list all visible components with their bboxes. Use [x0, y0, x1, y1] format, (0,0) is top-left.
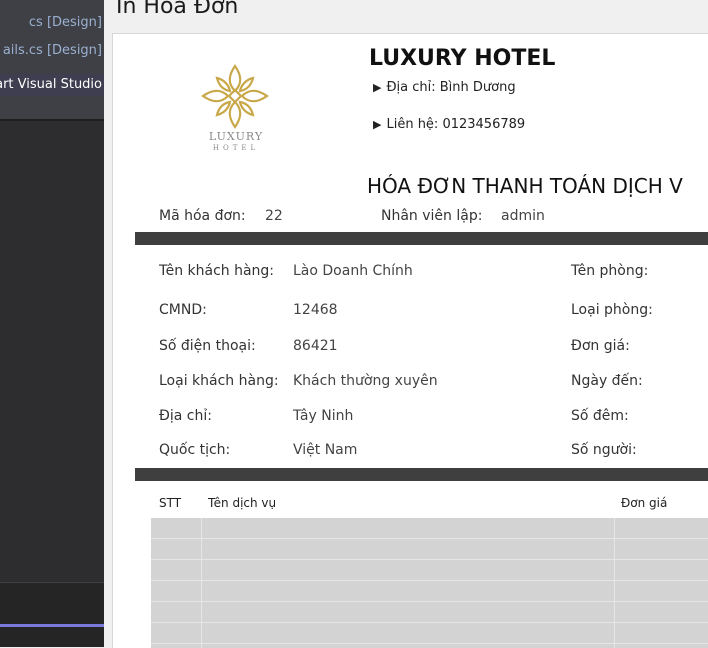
- bullet-arrow-icon: ▶: [373, 81, 382, 94]
- hotel-contact-text: Liên hệ: 0123456789: [386, 117, 526, 132]
- table-row: [151, 580, 708, 581]
- customer-nationality-label: Quốc tịch:: [159, 442, 231, 458]
- table-row: [151, 622, 708, 623]
- customer-address-value: Tây Ninh: [293, 408, 354, 424]
- customer-name-value: Lào Doanh Chính: [293, 263, 413, 279]
- section-divider: [135, 232, 708, 245]
- customer-name-label: Tên khách hàng:: [159, 263, 275, 279]
- table-row: [151, 559, 708, 560]
- logo-text-line2: HOTEL: [212, 144, 260, 152]
- staff-value: admin: [501, 208, 545, 224]
- divider: [0, 119, 104, 121]
- ide-tab[interactable]: cs [Design]: [0, 12, 104, 34]
- customer-id-card-label: CMND:: [159, 302, 207, 318]
- customer-type-value: Khách thường xuyên: [293, 373, 438, 389]
- hotel-logo-caption: LUXURY HOTEL: [191, 131, 281, 153]
- hotel-contact: ▶ Liên hệ: 0123456789: [373, 117, 525, 132]
- customer-nationality-value: Việt Nam: [293, 442, 358, 458]
- table-row: [151, 538, 708, 539]
- ide-background: cs [Design] ails.cs [Design] art Visual …: [0, 0, 104, 647]
- section-divider: [135, 468, 708, 481]
- customer-phone-label: Số điện thoại:: [159, 338, 256, 354]
- invoice-id-value: 22: [265, 208, 283, 224]
- table-row: [151, 643, 708, 644]
- ide-bottom-panel-header: [0, 556, 104, 583]
- services-table: STT Tên dịch vụ Đơn giá: [151, 488, 708, 648]
- ide-tab-active[interactable]: art Visual Studio: [0, 74, 104, 96]
- room-name-label: Tên phòng:: [571, 263, 649, 279]
- room-type-label: Loại phòng:: [571, 302, 653, 318]
- ide-tab-list: cs [Design] ails.cs [Design] art Visual …: [0, 0, 104, 121]
- customer-type-label: Loại khách hàng:: [159, 373, 279, 389]
- column-header-unit-price: Đơn giá: [621, 496, 668, 510]
- print-preview-window: In Hoá Đơn LUXURY HOTEL LUXURY HOTEL ▶ Đị…: [104, 0, 708, 648]
- logo-text-line1: LUXURY: [208, 130, 264, 143]
- staff-label: Nhân viên lập:: [381, 208, 483, 224]
- column-header-service-name: Tên dịch vụ: [208, 496, 277, 510]
- hotel-address: ▶ Địa chỉ: Bình Dương: [373, 80, 516, 95]
- customer-address-label: Địa chỉ:: [159, 408, 212, 424]
- customer-phone-value: 86421: [293, 338, 338, 354]
- arrival-date-label: Ngày đến:: [571, 373, 643, 389]
- services-table-body: [151, 518, 708, 648]
- invoice-id-label: Mã hóa đơn:: [159, 208, 246, 224]
- ide-tab[interactable]: ails.cs [Design]: [0, 40, 104, 62]
- column-header-stt: STT: [159, 496, 182, 510]
- hotel-name: LUXURY HOTEL: [369, 46, 556, 71]
- room-price-label: Đơn giá:: [571, 338, 630, 354]
- bullet-arrow-icon: ▶: [373, 118, 382, 131]
- window-title: In Hoá Đơn: [116, 0, 239, 19]
- guests-label: Số người:: [571, 442, 637, 458]
- table-row: [151, 601, 708, 602]
- invoice-title: HÓA ĐƠN THANH TOÁN DỊCH V: [367, 174, 683, 198]
- hotel-address-text: Địa chỉ: Bình Dương: [386, 80, 516, 95]
- invoice-report: LUXURY HOTEL LUXURY HOTEL ▶ Địa chỉ: Bình…: [112, 33, 708, 648]
- customer-id-card-value: 12468: [293, 302, 338, 318]
- nights-label: Số đêm:: [571, 408, 629, 424]
- ide-active-indicator: [0, 624, 104, 627]
